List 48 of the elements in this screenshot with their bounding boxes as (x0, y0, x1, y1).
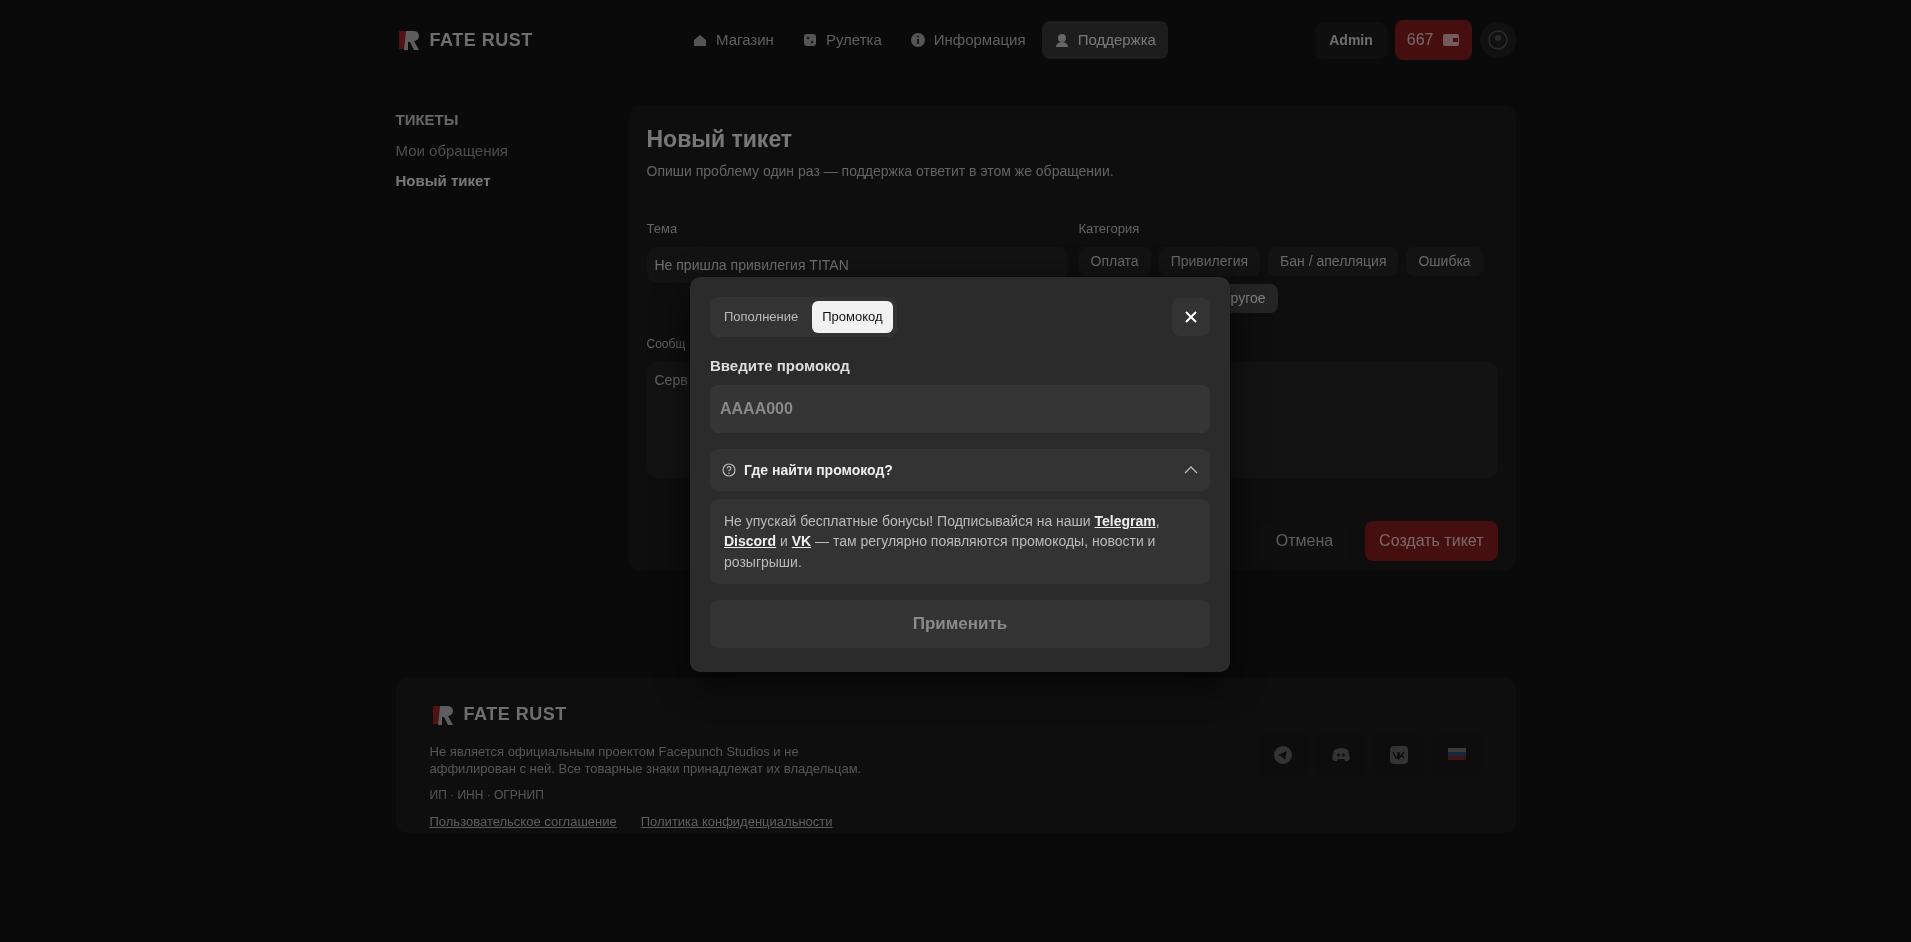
category-chip[interactable]: Бан / апелляция (1268, 247, 1399, 276)
close-icon (1185, 310, 1197, 323)
avatar-icon (1487, 30, 1508, 50)
sidebar-item[interactable]: Мои обращения (395, 139, 629, 162)
link[interactable]: Discord (724, 533, 777, 550)
link[interactable]: Telegram (1094, 513, 1156, 529)
footer-link[interactable]: Пользовательское соглашение (429, 811, 617, 832)
balance-button[interactable]: 667 (1394, 20, 1472, 60)
vk-icon (1388, 745, 1409, 765)
faq-question: Где найти промокод? (744, 460, 894, 480)
telegram-icon (1272, 745, 1293, 765)
profile-button[interactable]: Admin (1315, 21, 1387, 59)
field-label: Категория (1078, 220, 1141, 238)
faq-answer: Не упускай бесплатные бонусы! Подписывайся на наши Telegram, Discord и VK — там регулярно появляются промокоды, новости и розыгрыши. (710, 499, 1210, 584)
page-subtitle: Опиши проблему один раз — поддержка ответит в этом же обращении. (646, 162, 1115, 181)
link[interactable]: VK (791, 533, 812, 550)
sidebar-item[interactable]: Новый тикет (395, 170, 629, 193)
field-label: Введите промокод (710, 355, 851, 376)
dialog-tab[interactable]: Промокод (812, 301, 893, 333)
footer-link[interactable]: Политика конфиденциальности (640, 811, 833, 832)
nav-tab[interactable]: Рулетка (789, 20, 894, 60)
legal-text: ИП · ИНН · ОГРНИП (429, 786, 545, 804)
page-title: Новый тикет (646, 125, 794, 153)
nav-tab[interactable]: Магазин (680, 20, 786, 60)
field-label: Сообщ (646, 336, 687, 353)
faq-toggle[interactable]: Где найти промокод? (710, 449, 1210, 491)
info-icon (909, 32, 926, 48)
field-label: Тема (646, 220, 679, 238)
category-chip[interactable]: Привилегия (1158, 247, 1261, 276)
logo-text: FATE RUST (463, 703, 567, 726)
disclaimer-text: Не является официальным проектом Facepunch Studios и не аффилирован с ней. Все товарные знаки принадлежат их владельцам. (429, 744, 863, 778)
category-chip[interactable]: Ошибка (1406, 247, 1483, 276)
dialog-tab[interactable]: Пополнение (714, 301, 809, 333)
promo-code-field[interactable]: AAAA000 (710, 385, 1210, 433)
close-button[interactable] (1172, 297, 1210, 336)
dice-icon (801, 32, 818, 48)
logo-text: FATE RUST (429, 28, 533, 52)
nav-tab[interactable]: Поддержка (1041, 20, 1168, 60)
home-icon (692, 32, 708, 48)
category-chip[interactable]: Оплата (1078, 247, 1151, 276)
chevron-up-icon (1184, 466, 1198, 474)
nav-tab[interactable]: Информация (897, 20, 1038, 60)
wallet-icon (1441, 33, 1460, 47)
sidebar-heading: ТИКЕТЫ (395, 110, 460, 130)
avatar-button[interactable] (1479, 22, 1516, 58)
create-ticket-button[interactable]: Создать тикет (1365, 521, 1498, 561)
help-icon (722, 463, 736, 477)
person-icon (1053, 32, 1070, 48)
